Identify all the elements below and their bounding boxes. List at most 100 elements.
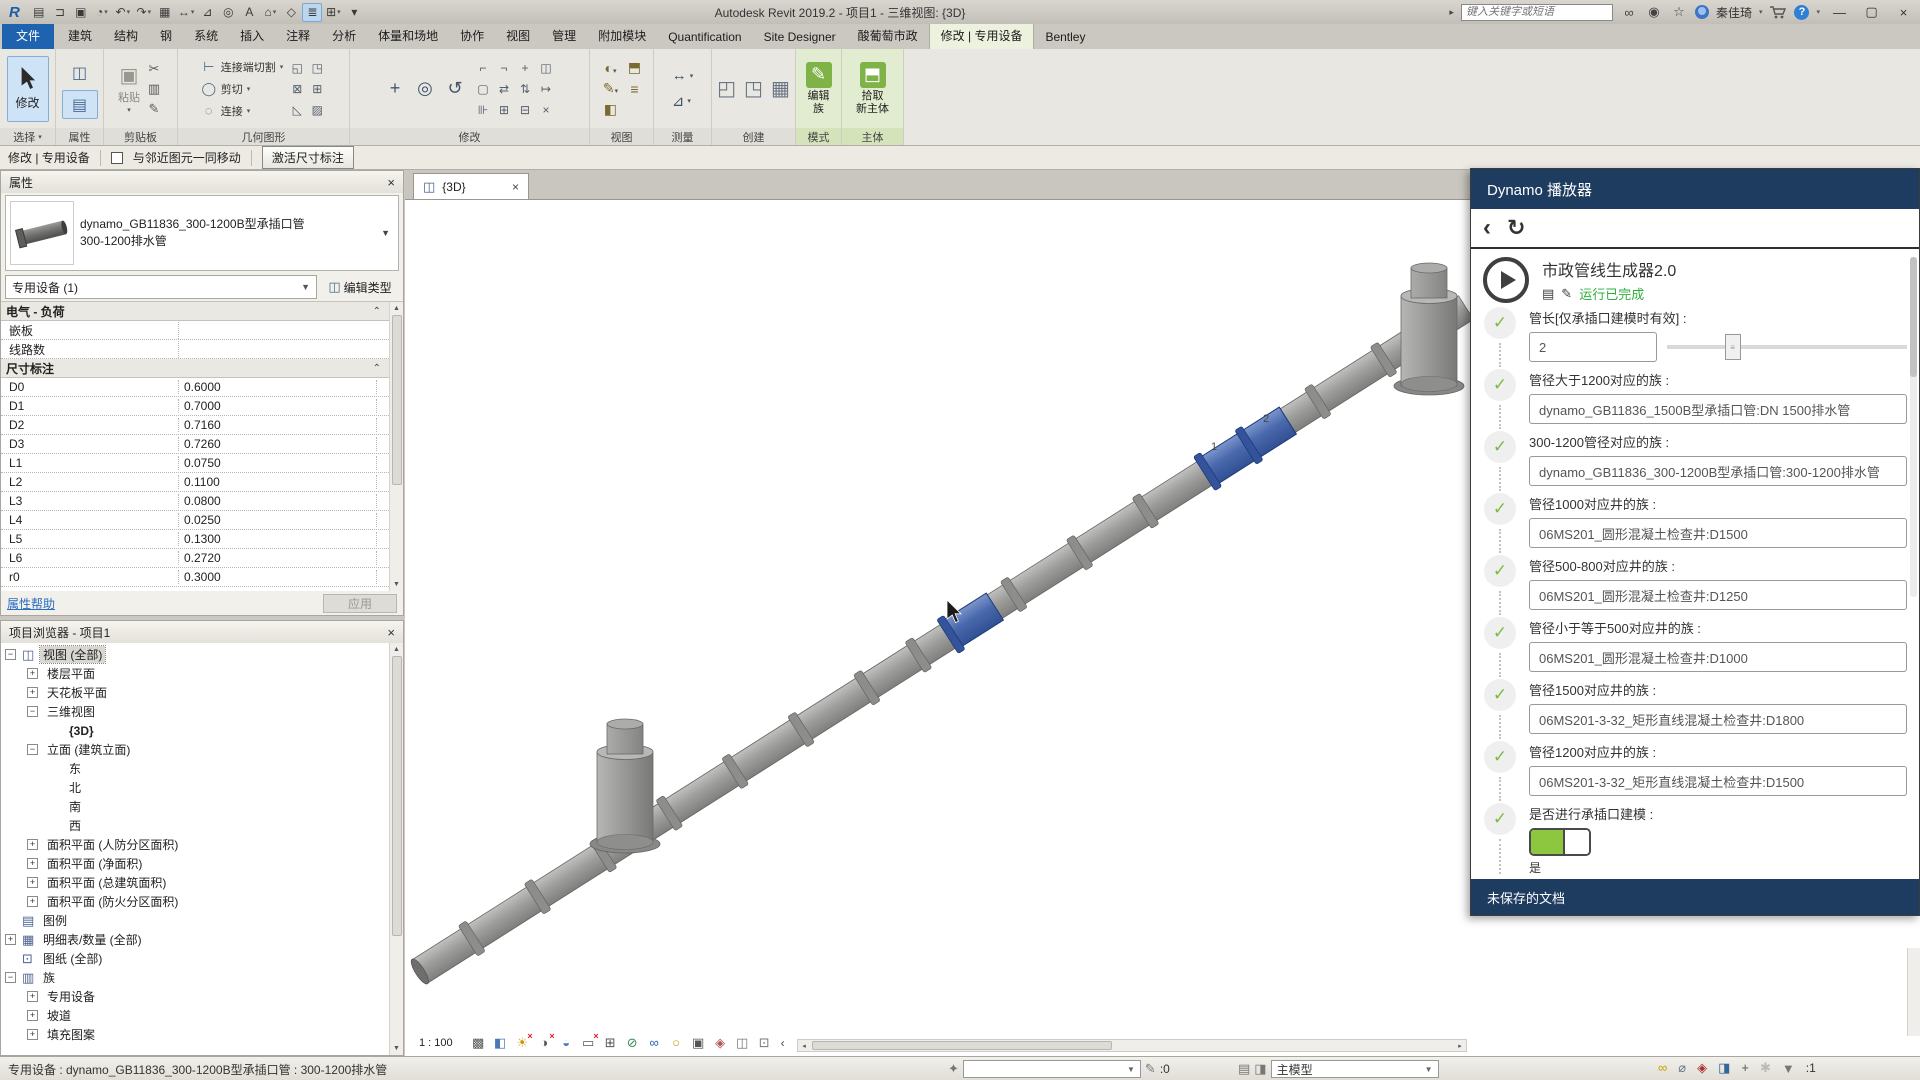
properties-help-link[interactable]: 属性帮助 [7, 595, 55, 612]
undo-icon[interactable]: ↶▾ [113, 3, 133, 22]
text-icon[interactable]: A [239, 3, 259, 22]
render-icon[interactable]: ◔▾ [92, 3, 112, 22]
search-icon[interactable]: ∞ [1620, 5, 1638, 20]
tab-0[interactable]: 文件 [2, 22, 54, 49]
geometry-tool-icon[interactable]: ◳ [308, 58, 326, 77]
tree-item[interactable]: +面积平面 (人防分区面积) [1, 835, 388, 854]
type-selector[interactable]: dynamo_GB11836_300-1200B型承插口管 300-1200排水… [5, 195, 399, 271]
modify-tool-icon[interactable]: ¬ [494, 58, 514, 78]
tab-9[interactable]: 协作 [449, 23, 495, 49]
temporary-hide-isolate-icon[interactable]: ∞ [647, 1035, 662, 1051]
tab-1[interactable]: 建筑 [57, 23, 103, 49]
modify-tool-icon[interactable]: ⊟ [515, 100, 535, 120]
collapse-icon[interactable]: − [27, 706, 38, 717]
horizontal-scrollbar[interactable]: ◂ ▸ [797, 1039, 1467, 1052]
vcb-collapse-icon[interactable]: ‹ [781, 1036, 785, 1050]
param-value[interactable]: 0.3000 [179, 570, 377, 584]
vertical-scrollbar[interactable] [1907, 948, 1920, 1036]
tree-item[interactable]: +填充图案 [1, 1025, 388, 1044]
shadows-icon[interactable]: ◑× [537, 1035, 552, 1051]
create-tool-icon[interactable]: ◳ [744, 76, 763, 101]
expand-icon[interactable]: + [5, 934, 16, 945]
cut-icon[interactable]: ✂ [145, 61, 163, 77]
view-scale[interactable]: 1 : 100 [419, 1037, 453, 1049]
measure-icon[interactable]: ↔▾ [176, 3, 197, 22]
param-section-header[interactable]: 尺寸标注⌃ [1, 359, 389, 378]
redo-icon[interactable]: ↷▾ [134, 3, 154, 22]
tree-item[interactable]: +▦明细表/数量 (全部) [1, 930, 388, 949]
tree-item[interactable]: −三维视图 [1, 702, 388, 721]
field-input[interactable]: 06MS201-3-32_矩形直线混凝土检查井:D1500 [1529, 766, 1907, 796]
collapse-section-icon[interactable]: ⌃ [373, 306, 389, 317]
visual-style-icon[interactable]: ◧ [493, 1035, 508, 1051]
param-value[interactable]: 0.1300 [179, 532, 377, 546]
help-menu-caret-icon[interactable]: ▾ [1816, 8, 1820, 16]
reveal-hidden-icon[interactable]: ○ [669, 1035, 684, 1051]
modify-tool-icon[interactable]: + [515, 58, 535, 78]
browser-scrollbar[interactable]: ▲ ▼ [389, 643, 403, 1055]
settings-gear-icon[interactable]: ✱ [1760, 1060, 1771, 1076]
favorites-icon[interactable]: ☆ [1670, 4, 1688, 20]
number-input[interactable]: 2 [1529, 332, 1657, 362]
param-value[interactable]: 0.1100 [179, 475, 377, 489]
manhole-top-right[interactable] [1394, 263, 1464, 395]
search-input[interactable] [1461, 4, 1613, 21]
minimize-button[interactable]: — [1827, 2, 1852, 22]
communication-center-icon[interactable]: ◉ [1645, 4, 1663, 20]
tree-item[interactable]: ▤图例 [1, 911, 388, 930]
customize-qat-icon[interactable]: ▾ [344, 3, 364, 22]
cope-button[interactable]: ⊢连接端切割▾ [201, 57, 284, 76]
tab-14[interactable]: Site Designer [753, 26, 847, 49]
pan-zoom-icon[interactable]: ⊡ [757, 1035, 772, 1051]
workset-combo[interactable]: ▼ [963, 1060, 1141, 1078]
design-option-combo[interactable]: 主模型▼ [1271, 1060, 1439, 1078]
detail-level-icon[interactable]: ▩ [471, 1035, 486, 1051]
app-store-cart-icon[interactable] [1769, 5, 1787, 19]
select-underlay-icon[interactable]: ⌀ [1678, 1060, 1686, 1076]
field-input[interactable]: 06MS201-3-32_矩形直线混凝土检查井:D1800 [1529, 704, 1907, 734]
paste-button[interactable]: ▣ 粘贴 ▾ [118, 63, 140, 114]
tab-5[interactable]: 插入 [229, 23, 275, 49]
drag-on-selection-icon[interactable]: + [1741, 1060, 1749, 1076]
tag-icon[interactable]: ◎ [218, 3, 238, 22]
tree-item[interactable]: +面积平面 (防火分区面积) [1, 892, 388, 911]
collapse-icon[interactable]: − [5, 972, 16, 983]
help-icon[interactable]: ? [1794, 5, 1809, 20]
tab-10[interactable]: 视图 [495, 23, 541, 49]
tab-11[interactable]: 管理 [541, 23, 587, 49]
geometry-tool-icon[interactable]: ◱ [288, 58, 306, 77]
run-script-button[interactable] [1483, 257, 1529, 303]
select-links-icon[interactable]: ∞ [1658, 1060, 1667, 1076]
create-tool-icon[interactable]: ▦ [771, 76, 790, 101]
modify-tool-icon[interactable]: ⊪ [473, 100, 493, 120]
new-doc-icon[interactable]: ▤ [29, 3, 49, 22]
modify-tool-icon[interactable]: ⇅ [515, 79, 535, 99]
group-label-select[interactable]: 选择▾ [0, 128, 55, 145]
geometry-tool-icon[interactable]: ⊞ [308, 79, 326, 98]
modify-tool-icon[interactable]: ⇄ [494, 79, 514, 99]
move-icon[interactable]: + [383, 78, 407, 99]
create-tool-icon[interactable]: ◰ [717, 76, 736, 101]
pick-new-host-button[interactable]: ⬒ 拾取 新主体 [856, 62, 889, 116]
activate-dimensions-button[interactable]: 激活尺寸标注 [262, 146, 354, 169]
user-name[interactable]: 秦佳琦 [1716, 4, 1752, 21]
tab-16[interactable]: 修改 | 专用设备 [929, 22, 1035, 49]
tree-item[interactable]: 西 [1, 816, 388, 835]
sun-path-icon[interactable]: ☀× [515, 1035, 530, 1051]
project-browser-close-icon[interactable]: × [387, 625, 395, 640]
field-input[interactable]: dynamo_GB11836_1500B型承插口管:DN 1500排水管 [1529, 394, 1907, 424]
type-properties-button[interactable]: ◫ [62, 58, 98, 87]
tab-13[interactable]: Quantification [657, 26, 752, 49]
thin-lines-icon[interactable]: ≣ [302, 3, 322, 22]
param-value[interactable]: 0.2720 [179, 551, 377, 565]
tree-item[interactable]: −立面 (建筑立面) [1, 740, 388, 759]
revit-app-menu-icon[interactable]: R [0, 4, 29, 21]
show-outputs-icon[interactable]: ▤ [1542, 286, 1554, 302]
apply-button[interactable]: 应用 [323, 594, 397, 613]
edit-type-button[interactable]: ◫ 编辑类型 [321, 275, 399, 299]
linework-icon[interactable]: ≡ [625, 81, 645, 97]
collapse-icon[interactable]: − [5, 649, 16, 660]
tab-6[interactable]: 注释 [275, 23, 321, 49]
user-avatar[interactable] [1695, 5, 1709, 19]
tab-12[interactable]: 附加模块 [587, 23, 657, 49]
